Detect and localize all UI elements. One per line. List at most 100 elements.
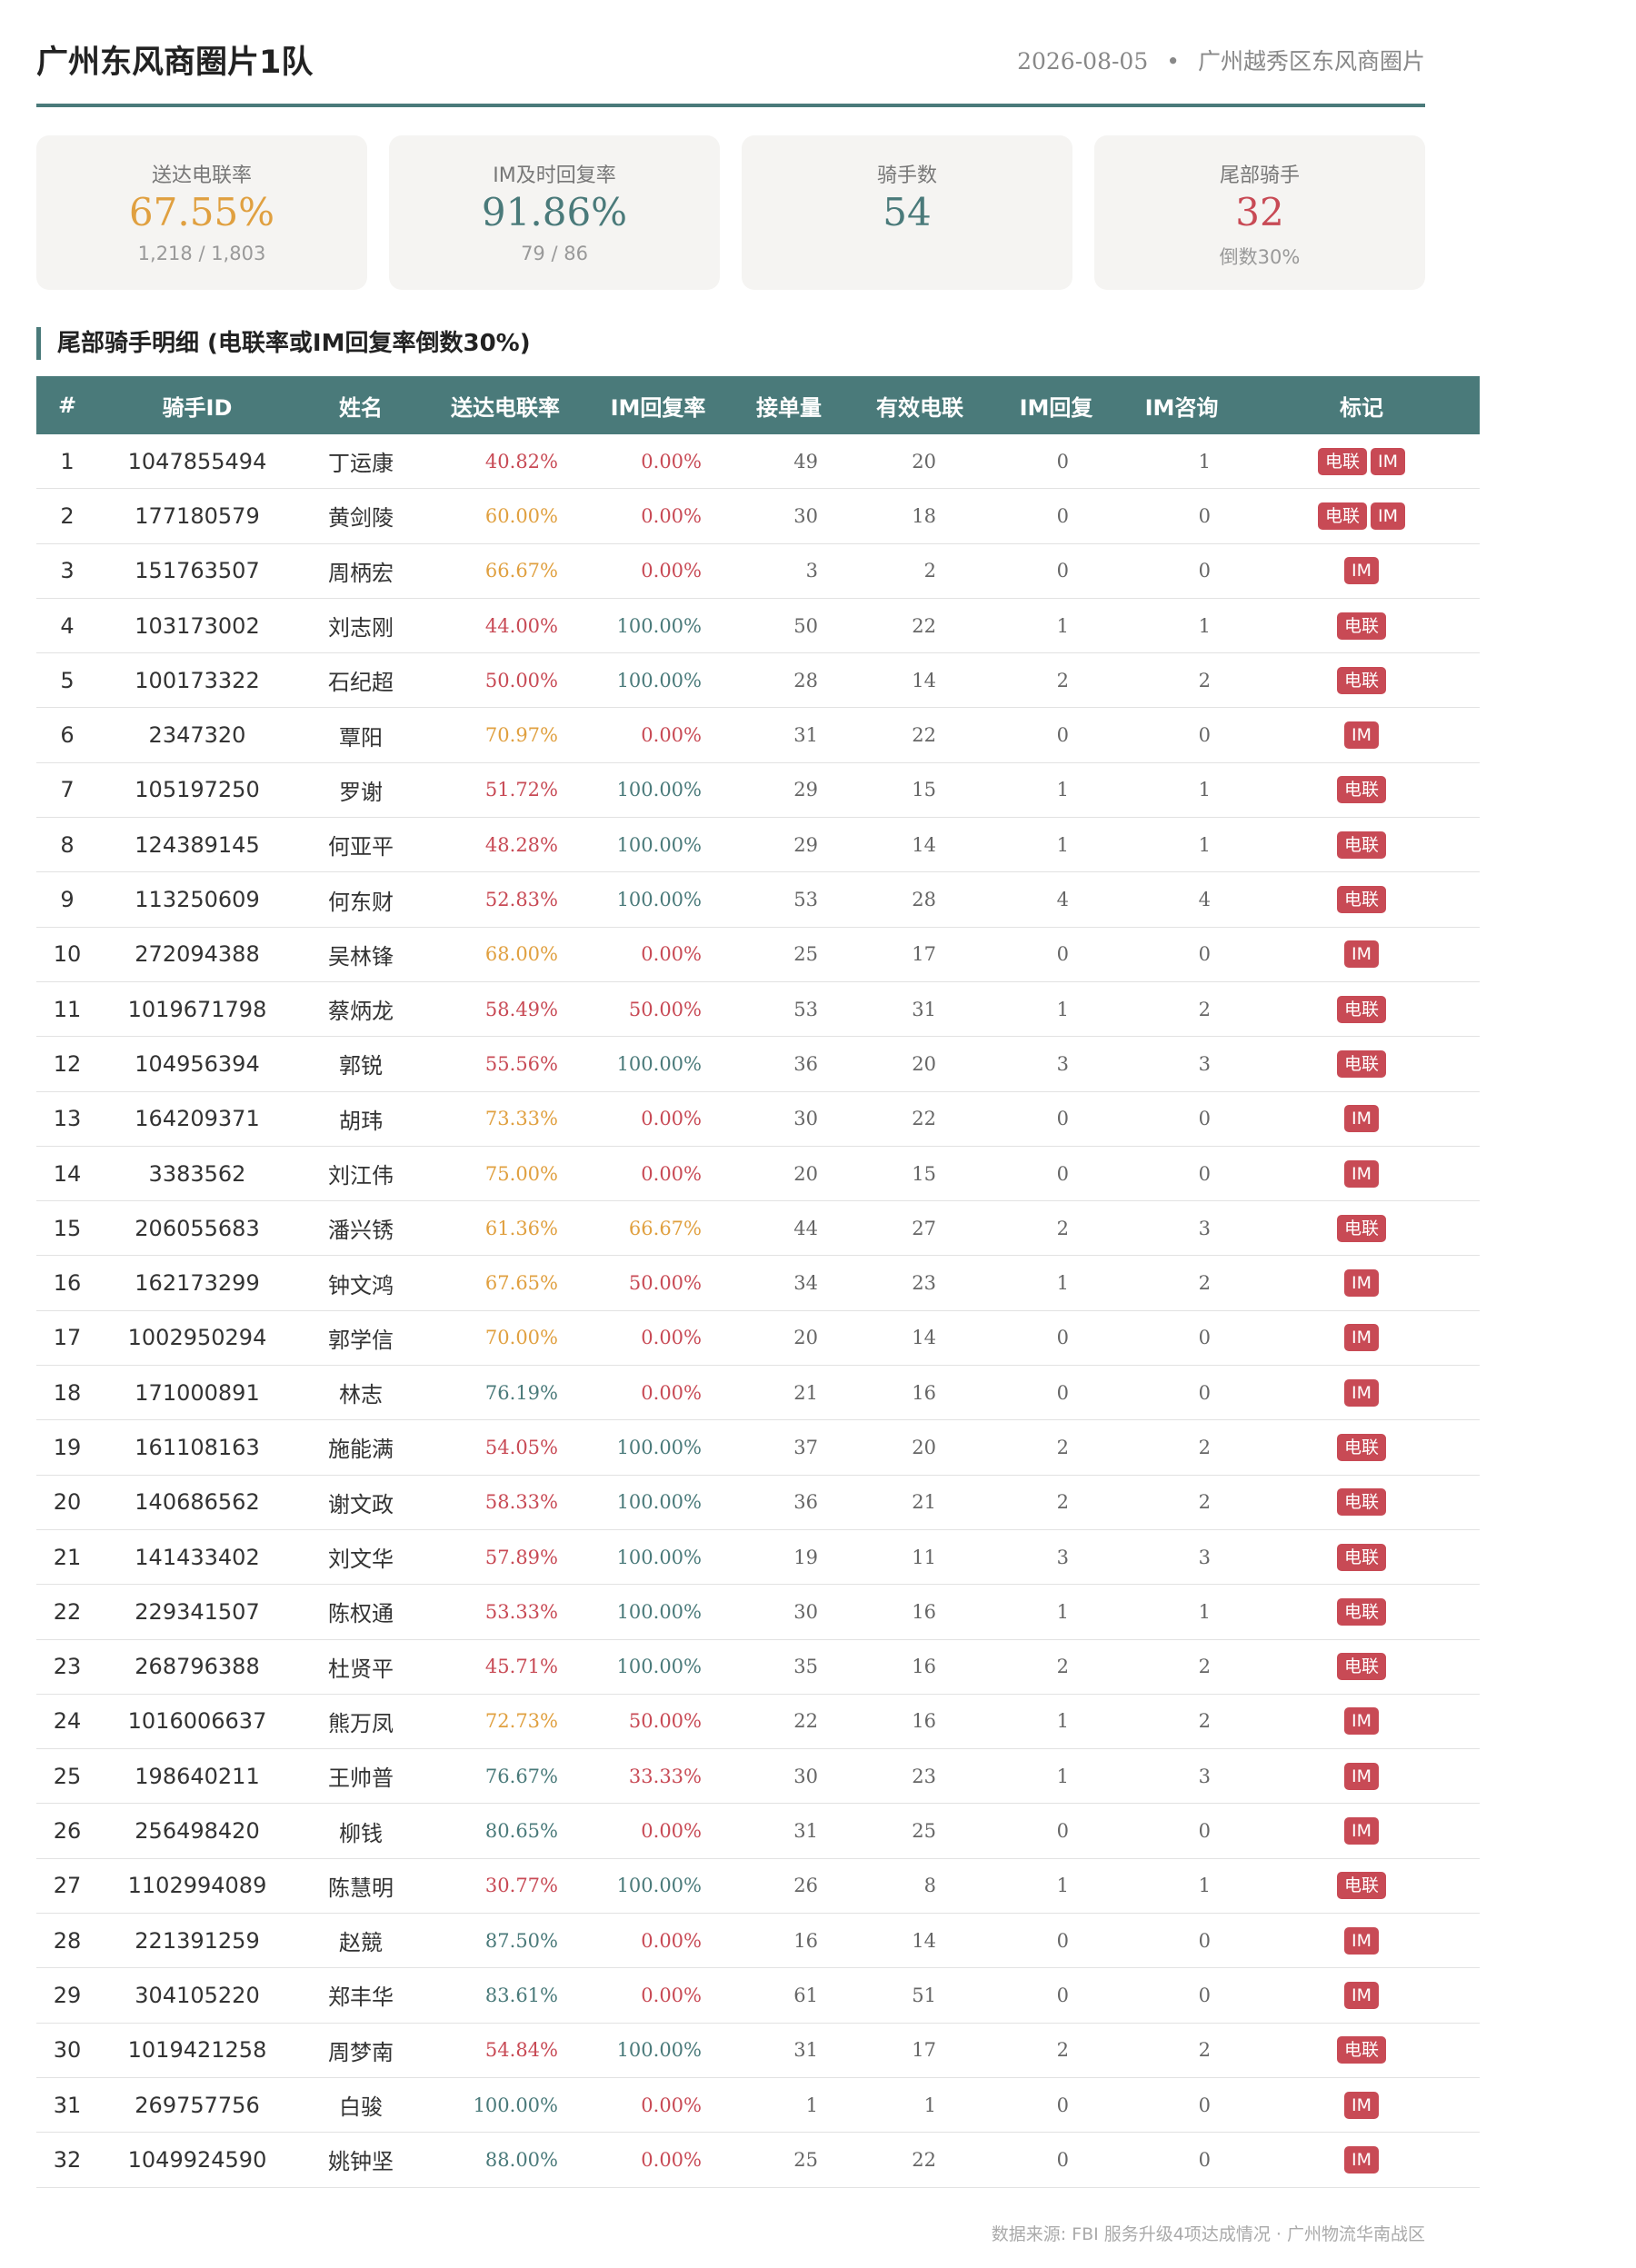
data-source-footer: 数据来源: FBI 服务升级4项达成情况 · 广州物流华南战区 (991, 2224, 1425, 2244)
card-label: 骑手数 (876, 164, 937, 187)
im-replies: 0 (993, 927, 1120, 982)
valid-calls: 16 (847, 1694, 993, 1750)
order-count: 30 (731, 488, 847, 544)
rider-tags: IM (1243, 1091, 1480, 1147)
col-header-call-rate[interactable]: 送达电联率 (425, 376, 585, 434)
table-row: 14 3383562 刘江伟 75.00% 0.00% 20 15 0 0 IM (36, 1146, 1480, 1202)
im-rate: 0.00% (585, 927, 731, 982)
im-queries: 3 (1120, 1036, 1243, 1092)
im-replies: 0 (993, 2077, 1120, 2134)
rider-id: 272094388 (98, 927, 296, 982)
rider-id: 1002950294 (98, 1310, 296, 1367)
col-header-valid-calls[interactable]: 有效电联 (847, 376, 993, 434)
call-tag: 电联 (1336, 1433, 1386, 1461)
call-tag: 电联 (1336, 1543, 1386, 1571)
rider-id: 206055683 (98, 1200, 296, 1257)
card-sub: 倒数30% (1219, 246, 1301, 268)
im-queries: 0 (1120, 1803, 1243, 1859)
table-row: 23 268796388 杜贤平 45.71% 100.00% 35 16 2 2 电联 (36, 1639, 1480, 1695)
im-tag: IM (1344, 1981, 1379, 2009)
im-rate: 100.00% (585, 817, 731, 873)
order-count: 16 (731, 1913, 847, 1969)
row-index: 17 (36, 1310, 98, 1367)
im-rate: 0.00% (585, 1803, 731, 1859)
rider-tags: IM (1243, 543, 1480, 599)
page-title: 广州东风商圈片1队 (36, 45, 314, 81)
im-queries: 0 (1120, 543, 1243, 599)
rider-tags: IM (1243, 927, 1480, 982)
rider-tags: 电联 (1243, 598, 1480, 654)
col-header-index[interactable]: # (36, 376, 98, 434)
call-rate: 48.28% (425, 817, 585, 873)
rider-id: 140686562 (98, 1475, 296, 1530)
rider-name: 陈慧明 (296, 1858, 425, 1915)
rider-id: 105197250 (98, 762, 296, 819)
im-replies: 0 (993, 1803, 1120, 1859)
call-rate: 54.84% (425, 2023, 585, 2078)
order-count: 49 (731, 434, 847, 490)
col-header-im-queries[interactable]: IM咨询 (1120, 376, 1243, 434)
table-row: 5 100173322 石纪超 50.00% 100.00% 28 14 2 2 电联 (36, 652, 1480, 709)
row-index: 21 (36, 1529, 98, 1586)
table-row: 31 269757756 白骏 100.00% 0.00% 1 1 0 0 IM (36, 2077, 1480, 2134)
call-rate: 80.65% (425, 1803, 585, 1859)
im-replies: 3 (993, 1529, 1120, 1586)
order-count: 36 (731, 1036, 847, 1092)
table-row: 20 140686562 谢文政 58.33% 100.00% 36 21 2 2 电联 (36, 1475, 1480, 1530)
rider-name: 刘志刚 (296, 598, 425, 654)
card-label: 送达电联率 (151, 164, 252, 187)
call-rate: 52.83% (425, 871, 585, 928)
col-header-orders[interactable]: 接单量 (731, 376, 847, 434)
row-index: 23 (36, 1639, 98, 1695)
rider-id: 1016006637 (98, 1694, 296, 1750)
card-value: 91.86% (481, 190, 628, 234)
order-count: 37 (731, 1419, 847, 1476)
rider-id: 103173002 (98, 598, 296, 654)
row-index: 4 (36, 598, 98, 654)
col-header-im-rate[interactable]: IM回复率 (585, 376, 731, 434)
im-rate: 100.00% (585, 1419, 731, 1476)
im-rate: 0.00% (585, 434, 731, 490)
row-index: 32 (36, 2132, 98, 2188)
call-rate: 57.89% (425, 1529, 585, 1586)
call-tag: 电联 (1317, 502, 1367, 530)
report-page: 广州东风商圈片1队 2026-08-05 • 广州越秀区东风商圈片 送达电联率 67… (36, 0, 1480, 2188)
valid-calls: 1 (847, 2077, 993, 2134)
col-header-name[interactable]: 姓名 (296, 376, 425, 434)
col-header-tags[interactable]: 标记 (1243, 376, 1480, 434)
rider-name: 胡玮 (296, 1091, 425, 1147)
im-queries: 2 (1120, 2023, 1243, 2078)
im-replies: 1 (993, 981, 1120, 1038)
table-row: 3 151763507 周柄宏 66.67% 0.00% 3 2 0 0 IM (36, 543, 1480, 599)
rider-id: 124389145 (98, 817, 296, 873)
row-index: 27 (36, 1858, 98, 1915)
rider-tags: 电联 IM (1243, 434, 1480, 490)
im-rate: 0.00% (585, 2077, 731, 2134)
col-header-im-replies[interactable]: IM回复 (993, 376, 1120, 434)
call-rate: 68.00% (425, 927, 585, 982)
rider-id: 1102994089 (98, 1858, 296, 1915)
table-row: 13 164209371 胡玮 73.33% 0.00% 30 22 0 0 IM (36, 1091, 1480, 1147)
card-sub: 1,218 / 1,803 (137, 243, 266, 264)
rider-name: 刘江伟 (296, 1146, 425, 1202)
call-rate: 83.61% (425, 1967, 585, 2024)
rider-id: 100173322 (98, 652, 296, 709)
rider-tags: 电联 (1243, 817, 1480, 873)
im-replies: 0 (993, 1913, 1120, 1969)
rider-id: 1049924590 (98, 2132, 296, 2188)
rider-tags: 电联 (1243, 1529, 1480, 1586)
header-meta: 2026-08-05 • 广州越秀区东风商圈片 (1017, 44, 1425, 76)
rider-name: 周梦南 (296, 2023, 425, 2078)
valid-calls: 18 (847, 488, 993, 544)
order-count: 29 (731, 762, 847, 819)
rider-name: 吴林锋 (296, 927, 425, 982)
col-header-rider-id[interactable]: 骑手ID (98, 376, 296, 434)
table-row: 24 1016006637 熊万凤 72.73% 50.00% 22 16 1 2 IM (36, 1694, 1480, 1750)
im-replies: 2 (993, 1475, 1120, 1530)
rider-id: 177180579 (98, 488, 296, 544)
im-replies: 0 (993, 707, 1120, 763)
order-count: 25 (731, 2132, 847, 2188)
order-count: 31 (731, 2023, 847, 2078)
table-row: 19 161108163 施能满 54.05% 100.00% 37 20 2 2 电联 (36, 1419, 1480, 1476)
rider-tags: 电联 (1243, 1584, 1480, 1640)
